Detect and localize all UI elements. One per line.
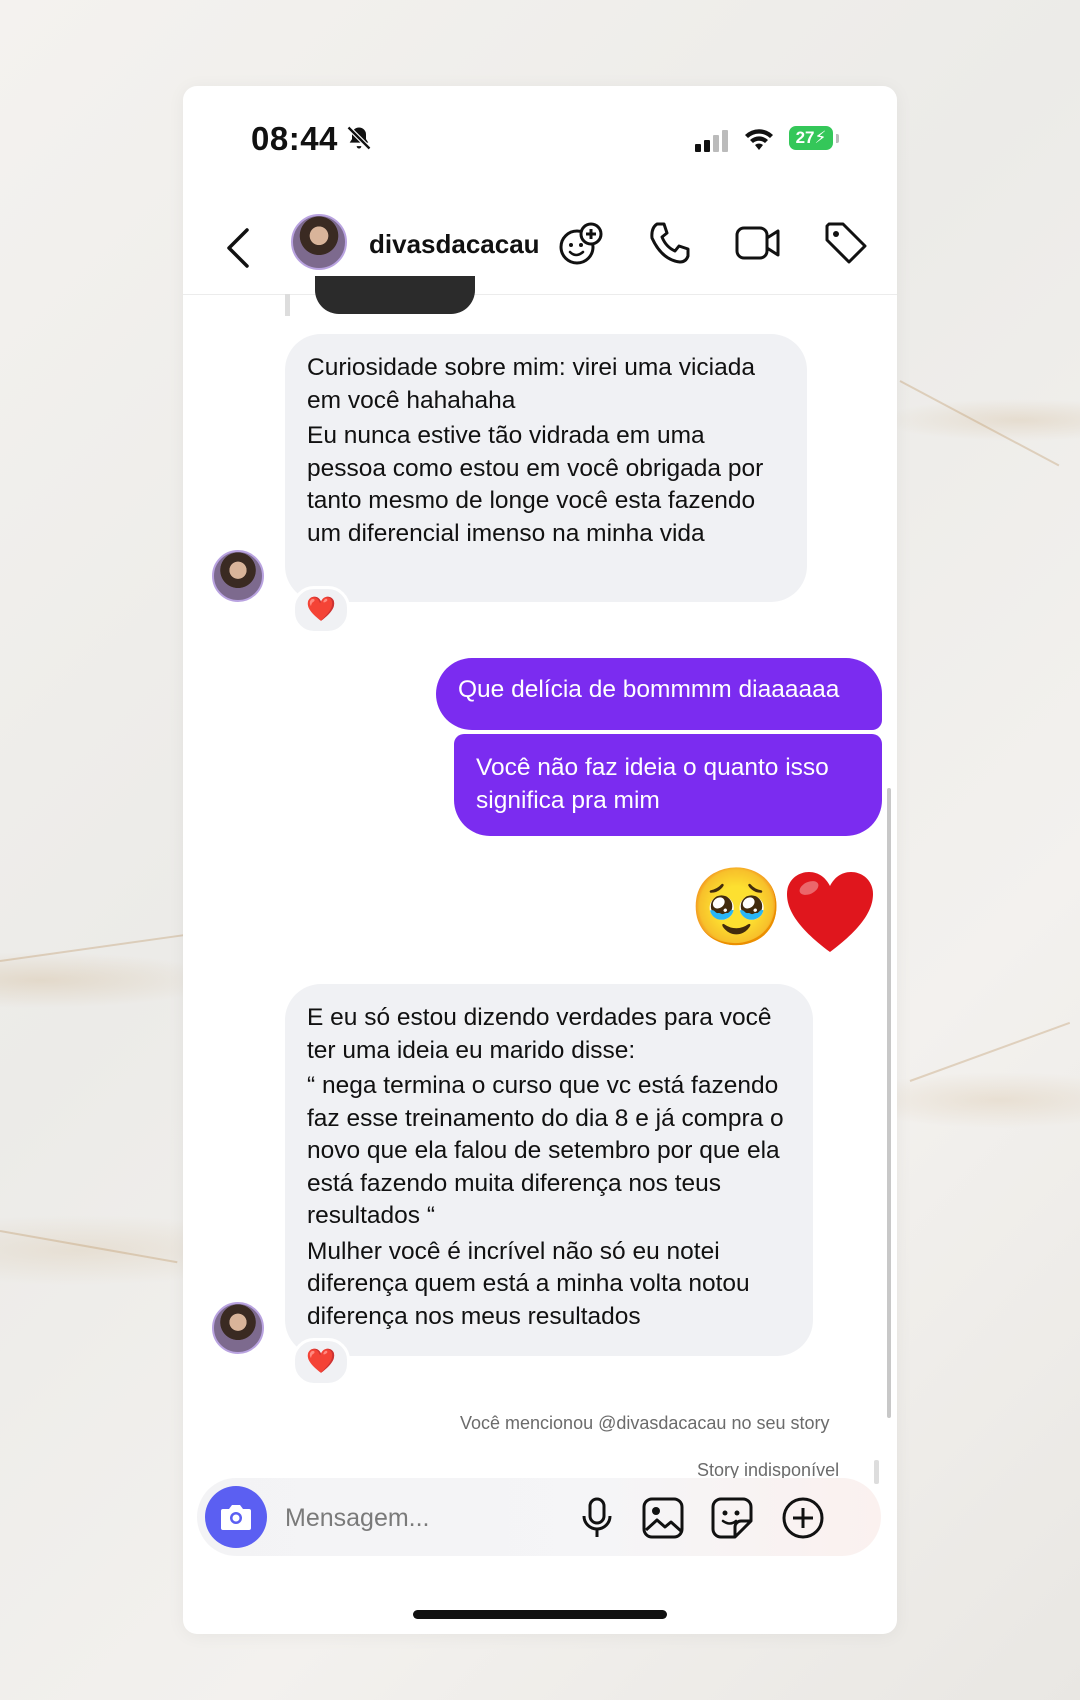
- heart-reaction[interactable]: ❤️: [292, 586, 350, 634]
- camera-icon: [221, 1505, 251, 1530]
- heart-emoji[interactable]: [785, 870, 875, 956]
- sticker-icon[interactable]: [710, 1496, 754, 1540]
- back-icon[interactable]: [225, 226, 251, 270]
- chat-header: divasdacacau: [183, 86, 897, 295]
- add-reaction-icon[interactable]: [557, 220, 605, 268]
- chat-screen: 08:44 27 ⚡ divasdacacau Curiosidade sobr…: [183, 86, 897, 1634]
- message-text: Mulher você é incrível não só eu notei d…: [307, 1237, 750, 1330]
- incoming-message[interactable]: Curiosidade sobre mim: virei uma viciada…: [285, 334, 807, 602]
- incoming-message[interactable]: E eu só estou dizendo verdades para você…: [285, 984, 813, 1356]
- camera-button[interactable]: [205, 1486, 267, 1548]
- reply-indicator: [285, 294, 290, 316]
- avatar[interactable]: [212, 1302, 264, 1354]
- marble-vein: [0, 933, 189, 962]
- message-text: Que delícia de bommmm diaaaaaa: [458, 676, 840, 703]
- chat-username[interactable]: divasdacacau: [369, 229, 540, 260]
- message-text: Curiosidade sobre mim: virei uma viciada…: [307, 354, 755, 414]
- pleading-face-emoji[interactable]: 🥹: [689, 870, 784, 946]
- gallery-icon[interactable]: [641, 1496, 685, 1540]
- home-indicator[interactable]: [413, 1610, 667, 1619]
- plus-circle-icon[interactable]: [781, 1496, 825, 1540]
- message-input[interactable]: [283, 1498, 547, 1538]
- video-icon[interactable]: [734, 220, 782, 266]
- tag-icon[interactable]: [823, 220, 869, 266]
- message-text: Você não faz ideia o quanto isso signifi…: [476, 754, 829, 814]
- scrollbar[interactable]: [887, 788, 891, 1418]
- avatar[interactable]: [291, 214, 347, 270]
- avatar[interactable]: [212, 550, 264, 602]
- heart-icon: ❤️: [306, 1348, 336, 1375]
- outgoing-message[interactable]: Que delícia de bommmm diaaaaaa: [436, 658, 882, 730]
- heart-icon: ❤️: [306, 596, 336, 623]
- microphone-icon[interactable]: [579, 1496, 615, 1540]
- message-text: Eu nunca estive tão vidrada em uma pesso…: [307, 422, 764, 547]
- marble-vein: [899, 380, 1060, 467]
- message-text: E eu só estou dizendo verdades para você…: [307, 1004, 772, 1064]
- shared-media-thumbnail[interactable]: [315, 276, 475, 314]
- message-text: “ nega termina o curso que vc está fazen…: [307, 1072, 784, 1229]
- outgoing-message[interactable]: Você não faz ideia o quanto isso signifi…: [454, 734, 882, 836]
- heart-reaction[interactable]: ❤️: [292, 1338, 350, 1386]
- marble-vein: [909, 1021, 1071, 1082]
- message-composer: [197, 1478, 881, 1556]
- marble-vein: [0, 1230, 178, 1264]
- story-mention-note: Você mencionou @divasdacacau no seu stor…: [460, 1413, 830, 1433]
- story-preview-stub: [874, 1460, 879, 1484]
- phone-icon[interactable]: [647, 220, 691, 266]
